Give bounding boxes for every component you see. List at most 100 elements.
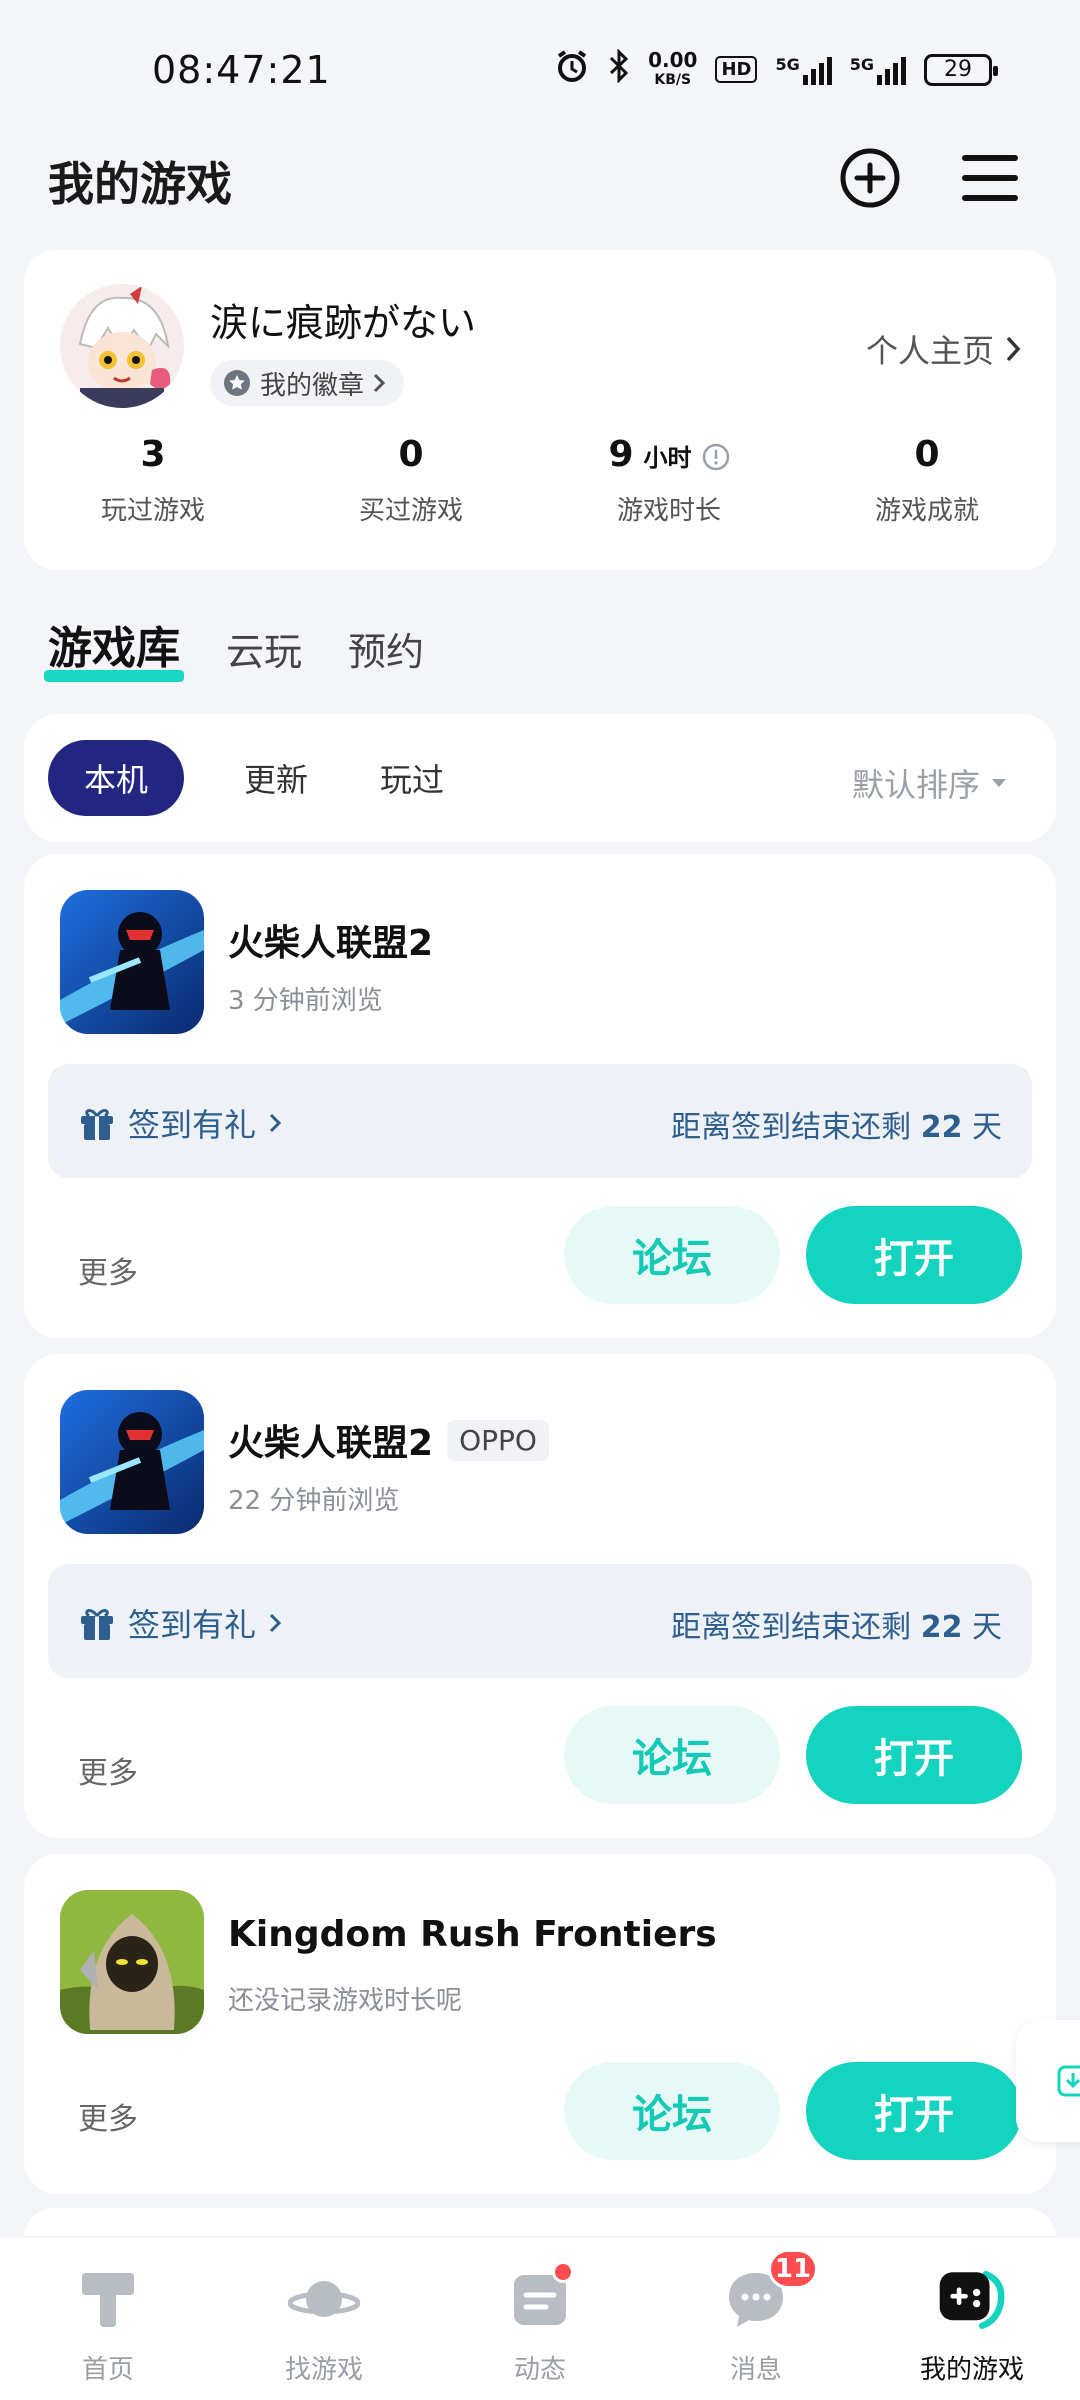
signin-countdown: 距离签到结束还剩 22 天 bbox=[671, 1610, 1002, 1645]
page-title: 我的游戏 bbox=[48, 157, 232, 211]
nav-label: 消息 bbox=[729, 2355, 782, 2385]
planet-icon bbox=[288, 2263, 360, 2335]
open-button[interactable]: 打开 bbox=[806, 2062, 1022, 2160]
bottom-nav: 首页 找游戏 动态 11 消息 我的游戏 bbox=[0, 2236, 1080, 2400]
homepage-link[interactable]: 个人主页 bbox=[866, 326, 1022, 372]
signal-icon-2: 5G bbox=[850, 55, 906, 85]
forum-button[interactable]: 论坛 bbox=[564, 1706, 780, 1804]
game-last-viewed: 3 分钟前浏览 bbox=[228, 986, 383, 1016]
menu-icon bbox=[962, 155, 1018, 201]
status-time: 08:47:21 bbox=[152, 48, 331, 92]
nav-my-games[interactable]: 我的游戏 bbox=[864, 2237, 1080, 2400]
nav-messages[interactable]: 11 消息 bbox=[648, 2237, 864, 2400]
game-last-viewed: 22 分钟前浏览 bbox=[228, 1486, 400, 1516]
info-icon[interactable] bbox=[702, 443, 730, 471]
status-icons: 0.00 KB/S HD 5G 5G 29 bbox=[554, 48, 998, 91]
gamepad-icon bbox=[936, 2263, 1008, 2335]
stat-label: 游戏时长 bbox=[616, 496, 721, 526]
nav-discover[interactable]: 找游戏 bbox=[216, 2237, 432, 2400]
game-icon-kingdom-rush[interactable] bbox=[60, 1890, 204, 2034]
platform-tag: OPPO bbox=[447, 1419, 549, 1461]
my-badges-label: 我的徽章 bbox=[260, 370, 365, 401]
chip-local[interactable]: 本机 bbox=[48, 740, 184, 816]
stat-play-time[interactable]: 9 小时 游戏时长 bbox=[540, 434, 798, 527]
game-play-time-note: 还没记录游戏时长呢 bbox=[228, 1986, 463, 2016]
home-icon bbox=[72, 2263, 144, 2335]
new-activity-dot bbox=[552, 2261, 574, 2283]
stat-unit: 小时 bbox=[643, 444, 692, 472]
sort-dropdown[interactable]: 默认排序 bbox=[852, 760, 1008, 806]
forum-button[interactable]: 论坛 bbox=[564, 1206, 780, 1304]
menu-button[interactable] bbox=[956, 144, 1024, 212]
alarm-icon bbox=[554, 48, 590, 91]
stat-value: 0 bbox=[398, 434, 424, 475]
profile-card: 涙に痕跡がない 我的徽章 个人主页 3 玩过游戏 0 买过游戏 9 小时 游戏时… bbox=[24, 250, 1056, 570]
stat-achievements[interactable]: 0 游戏成就 bbox=[798, 434, 1056, 527]
username: 涙に痕跡がない bbox=[210, 301, 477, 345]
signin-link[interactable]: 签到有礼 bbox=[78, 1600, 282, 1646]
more-button[interactable]: 更多 bbox=[78, 2094, 138, 2138]
medal-icon bbox=[224, 370, 250, 396]
nav-label: 找游戏 bbox=[284, 2355, 363, 2385]
nav-label: 我的游戏 bbox=[919, 2355, 1024, 2385]
nav-label: 首页 bbox=[81, 2355, 134, 2385]
game-name: Kingdom Rush Frontiers bbox=[228, 1914, 717, 1955]
chip-updates[interactable]: 更新 bbox=[212, 740, 340, 816]
gift-icon bbox=[81, 1609, 113, 1640]
signin-label: 签到有礼 bbox=[128, 1606, 257, 1644]
stat-value: 0 bbox=[914, 434, 940, 475]
tab-reservations[interactable]: 预约 bbox=[348, 621, 424, 676]
nav-home[interactable]: 首页 bbox=[0, 2237, 216, 2400]
open-button[interactable]: 打开 bbox=[806, 1206, 1022, 1304]
stat-games-played[interactable]: 3 玩过游戏 bbox=[24, 434, 282, 527]
bluetooth-icon bbox=[608, 48, 630, 90]
signin-link[interactable]: 签到有礼 bbox=[78, 1100, 282, 1146]
game-card: 火柴人联盟2 3 分钟前浏览 签到有礼 距离签到结束还剩 22 天 更多 论坛 … bbox=[24, 854, 1056, 1338]
stat-label: 买过游戏 bbox=[358, 496, 463, 526]
game-icon-stickman[interactable] bbox=[60, 890, 204, 1034]
feed-icon bbox=[504, 2261, 576, 2335]
tab-library[interactable]: 游戏库 bbox=[44, 612, 184, 682]
stat-label: 玩过游戏 bbox=[100, 496, 205, 526]
signin-countdown: 距离签到结束还剩 22 天 bbox=[671, 1110, 1002, 1145]
signin-bar[interactable]: 签到有礼 距离签到结束还剩 22 天 bbox=[48, 1564, 1032, 1678]
game-card: 火柴人联盟2 OPPO 22 分钟前浏览 签到有礼 距离签到结束还剩 22 天 … bbox=[24, 1354, 1056, 1838]
plus-circle-icon bbox=[840, 148, 900, 208]
filter-bar: 本机 更新 玩过 默认排序 bbox=[24, 714, 1056, 842]
game-name: 火柴人联盟2 bbox=[228, 923, 434, 964]
status-bar: 08:47:21 0.00 KB/S HD 5G 5G 29 bbox=[0, 0, 1080, 140]
gift-icon bbox=[81, 1109, 113, 1140]
chevron-right-icon bbox=[269, 1113, 282, 1133]
signin-label: 签到有礼 bbox=[128, 1106, 257, 1144]
caret-down-icon bbox=[992, 779, 1006, 787]
avatar[interactable] bbox=[60, 284, 184, 408]
forum-button[interactable]: 论坛 bbox=[564, 2062, 780, 2160]
nav-feed[interactable]: 动态 bbox=[432, 2237, 648, 2400]
stat-games-bought[interactable]: 0 买过游戏 bbox=[282, 434, 540, 527]
unread-count-badge: 11 bbox=[768, 2249, 818, 2289]
add-button[interactable] bbox=[836, 144, 904, 212]
more-button[interactable]: 更多 bbox=[78, 1248, 138, 1292]
chevron-right-icon bbox=[1006, 336, 1021, 362]
my-badges-button[interactable]: 我的徽章 bbox=[210, 360, 405, 406]
homepage-label: 个人主页 bbox=[865, 332, 994, 370]
hd-icon: HD bbox=[715, 56, 758, 83]
open-button[interactable]: 打开 bbox=[806, 1706, 1022, 1804]
game-name: 火柴人联盟2 OPPO bbox=[228, 1414, 549, 1466]
library-tabs: 游戏库 云玩 预约 bbox=[44, 612, 424, 682]
nav-label: 动态 bbox=[513, 2355, 566, 2385]
stats-row: 3 玩过游戏 0 买过游戏 9 小时 游戏时长 0 游戏成就 bbox=[24, 434, 1056, 527]
download-float-button[interactable] bbox=[1016, 2020, 1080, 2142]
sort-label: 默认排序 bbox=[851, 766, 980, 804]
signin-bar[interactable]: 签到有礼 距离签到结束还剩 22 天 bbox=[48, 1064, 1032, 1178]
more-button[interactable]: 更多 bbox=[78, 1748, 138, 1792]
game-card: Kingdom Rush Frontiers 还没记录游戏时长呢 更多 论坛 打… bbox=[24, 1854, 1056, 2194]
chip-played[interactable]: 玩过 bbox=[348, 740, 476, 816]
signal-icon: 5G bbox=[775, 55, 832, 85]
game-icon-stickman[interactable] bbox=[60, 1390, 204, 1534]
message-icon: 11 bbox=[720, 2249, 818, 2335]
tab-cloud-play[interactable]: 云玩 bbox=[226, 621, 302, 676]
stat-value: 3 bbox=[140, 434, 166, 475]
download-icon bbox=[1057, 2065, 1080, 2097]
chevron-right-icon bbox=[269, 1613, 282, 1633]
